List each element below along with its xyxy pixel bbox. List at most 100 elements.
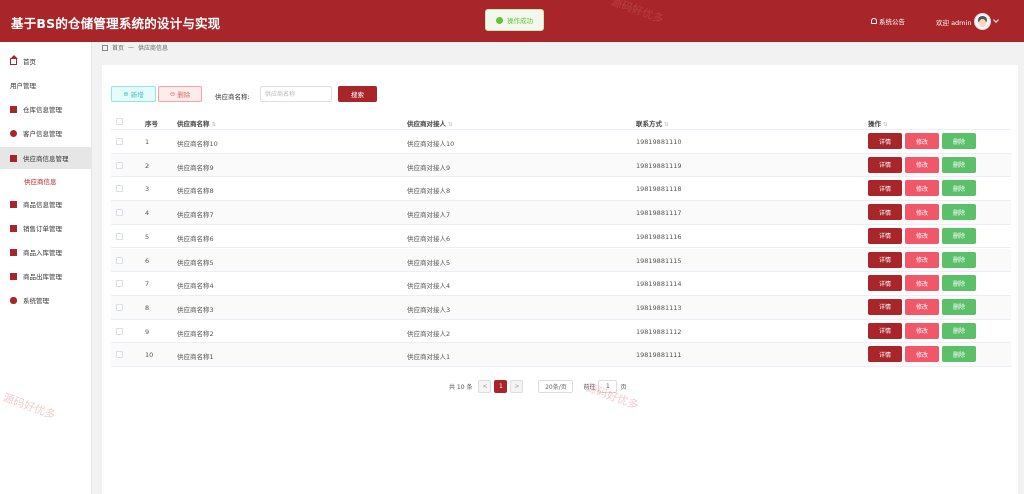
plus-icon: ⊕: [123, 90, 129, 98]
table-row: 1 供应商名称10 供应商对接人10 19819881110 详情 修改 删除: [111, 130, 1011, 154]
search-button[interactable]: 搜索: [338, 86, 377, 102]
select-all-checkbox[interactable]: [116, 118, 123, 125]
sidebar-item-inbound[interactable]: 商品入库管理: [0, 241, 92, 263]
row-checkbox[interactable]: [116, 138, 123, 145]
supplier-icon: [10, 154, 17, 162]
row-checkbox[interactable]: [116, 256, 123, 264]
edit-button[interactable]: 修改: [905, 275, 939, 292]
user-menu[interactable]: 欢迎 admin: [936, 13, 1000, 30]
page-size-select[interactable]: 20条/页: [538, 380, 574, 393]
cell-name: 供应商名称10: [177, 140, 218, 148]
detail-button[interactable]: 详情: [868, 346, 902, 363]
sidebar-item-label: 商品信息管理: [23, 201, 62, 209]
sort-icon[interactable]: ⇅: [212, 122, 217, 128]
edit-button[interactable]: 修改: [905, 156, 939, 173]
prev-page-button[interactable]: <: [478, 380, 492, 393]
goto-page-input[interactable]: 1: [598, 380, 618, 393]
system-notice-link[interactable]: 系统公告: [871, 16, 905, 26]
sort-icon[interactable]: ⇅: [664, 122, 669, 128]
delete-button[interactable]: 删除: [942, 156, 976, 173]
top-header: 基于BS的仓储管理系统的设计与实现 操作成功 系统公告 欢迎 admin: [0, 0, 1024, 42]
column-header-phone[interactable]: 联系方式 ⇅: [636, 118, 669, 128]
detail-button[interactable]: 详情: [868, 275, 902, 292]
cell-contact: 供应商对接人3: [407, 305, 451, 314]
sort-icon[interactable]: ⇅: [883, 122, 888, 128]
detail-button[interactable]: 详情: [868, 204, 902, 221]
edit-button[interactable]: 修改: [905, 133, 939, 149]
edit-button[interactable]: 修改: [905, 204, 939, 221]
cell-index: 1: [145, 138, 150, 146]
detail-button[interactable]: 详情: [868, 251, 902, 268]
chevron-down-icon[interactable]: [993, 17, 1000, 23]
success-toast: 操作成功: [485, 9, 544, 31]
column-header-name[interactable]: 供应商名称 ⇅: [177, 118, 216, 128]
cell-contact: 供应商对接人7: [407, 211, 451, 220]
sidebar-item-label: 系统管理: [23, 297, 49, 305]
sidebar-item-label: 仓库信息管理: [23, 106, 62, 114]
cell-contact: 供应商对接人9: [407, 163, 451, 172]
delete-button[interactable]: 删除: [942, 346, 976, 363]
delete-button[interactable]: 删除: [942, 133, 976, 149]
cell-phone: 19819881119: [636, 161, 682, 170]
column-header-actions[interactable]: 操作 ⇅: [868, 118, 888, 128]
delete-button[interactable]: 删除: [942, 227, 976, 244]
detail-button[interactable]: 详情: [868, 156, 902, 173]
row-checkbox[interactable]: [116, 232, 123, 240]
pagination: 共 10 条 < 1 > 20条/页 前往 1 页: [449, 380, 626, 393]
edit-button[interactable]: 修改: [905, 227, 939, 244]
avatar[interactable]: [974, 13, 992, 30]
batch-delete-button[interactable]: ⊖ 删除: [158, 86, 202, 102]
detail-button[interactable]: 详情: [868, 180, 902, 197]
page-1-button[interactable]: 1: [494, 380, 508, 393]
row-checkbox[interactable]: [116, 185, 123, 193]
cell-contact: 供应商对接人10: [407, 140, 455, 148]
row-checkbox[interactable]: [116, 351, 123, 359]
delete-button[interactable]: 删除: [942, 204, 976, 221]
edit-button[interactable]: 修改: [905, 251, 939, 268]
sidebar-item-customers[interactable]: 客户信息管理: [0, 122, 92, 144]
sidebar-item-home[interactable]: 首页: [0, 50, 92, 72]
row-checkbox[interactable]: [116, 209, 123, 217]
sidebar-item-users[interactable]: 用户管理: [0, 74, 943, 96]
detail-button[interactable]: 详情: [868, 227, 902, 244]
home-icon: [10, 54, 18, 65]
delete-button[interactable]: 删除: [942, 322, 976, 339]
row-checkbox[interactable]: [116, 161, 123, 169]
cell-name: 供应商名称6: [177, 234, 214, 243]
delete-button[interactable]: 删除: [942, 180, 976, 197]
table-row: 6 供应商名称5 供应商对接人5 19819881115 详情 修改 删除: [111, 248, 1011, 273]
sidebar-item-system[interactable]: 系统管理: [0, 289, 92, 311]
sidebar-item-suppliers[interactable]: 供应商信息管理: [0, 147, 92, 169]
column-header-contact-label: 供应商对接人: [407, 120, 446, 128]
sidebar-item-label: 客户信息管理: [23, 130, 62, 138]
add-button[interactable]: ⊕ 新增: [111, 86, 156, 102]
delete-button-label: 删除: [177, 91, 191, 99]
sort-icon[interactable]: ⇅: [448, 122, 453, 128]
edit-button[interactable]: 修改: [905, 180, 939, 197]
delete-button[interactable]: 删除: [942, 251, 976, 268]
delete-button[interactable]: 删除: [942, 298, 976, 315]
column-header-contact[interactable]: 供应商对接人 ⇅: [407, 118, 453, 128]
table-row: 9 供应商名称2 供应商对接人2 19819881112 详情 修改 删除: [111, 320, 1011, 344]
supplier-name-search-input[interactable]: [260, 86, 332, 102]
detail-button[interactable]: 详情: [868, 322, 902, 339]
detail-button[interactable]: 详情: [868, 298, 902, 315]
sidebar-subitem-supplier-info[interactable]: 供应商信息: [24, 176, 57, 186]
sidebar-item-orders[interactable]: 销售订单管理: [0, 217, 92, 239]
row-checkbox[interactable]: [116, 280, 123, 288]
edit-button[interactable]: 修改: [905, 346, 939, 363]
sidebar-item-warehouse[interactable]: 仓库信息管理: [0, 98, 92, 120]
breadcrumb-home[interactable]: 首页: [112, 43, 124, 52]
cell-contact: 供应商对接人4: [407, 282, 451, 291]
row-checkbox[interactable]: [116, 327, 123, 335]
edit-button[interactable]: 修改: [905, 298, 939, 315]
detail-button[interactable]: 详情: [868, 133, 902, 149]
edit-button[interactable]: 修改: [905, 322, 939, 339]
delete-button[interactable]: 删除: [942, 275, 976, 292]
warehouse-icon: [10, 105, 17, 113]
next-page-button[interactable]: >: [510, 380, 524, 393]
sidebar-item-goods[interactable]: 商品信息管理: [0, 193, 92, 215]
table-row: 4 供应商名称7 供应商对接人7 19819881117 详情 修改 删除: [111, 201, 1011, 225]
row-checkbox[interactable]: [116, 303, 123, 311]
sidebar-item-outbound[interactable]: 商品出库管理: [0, 265, 92, 287]
